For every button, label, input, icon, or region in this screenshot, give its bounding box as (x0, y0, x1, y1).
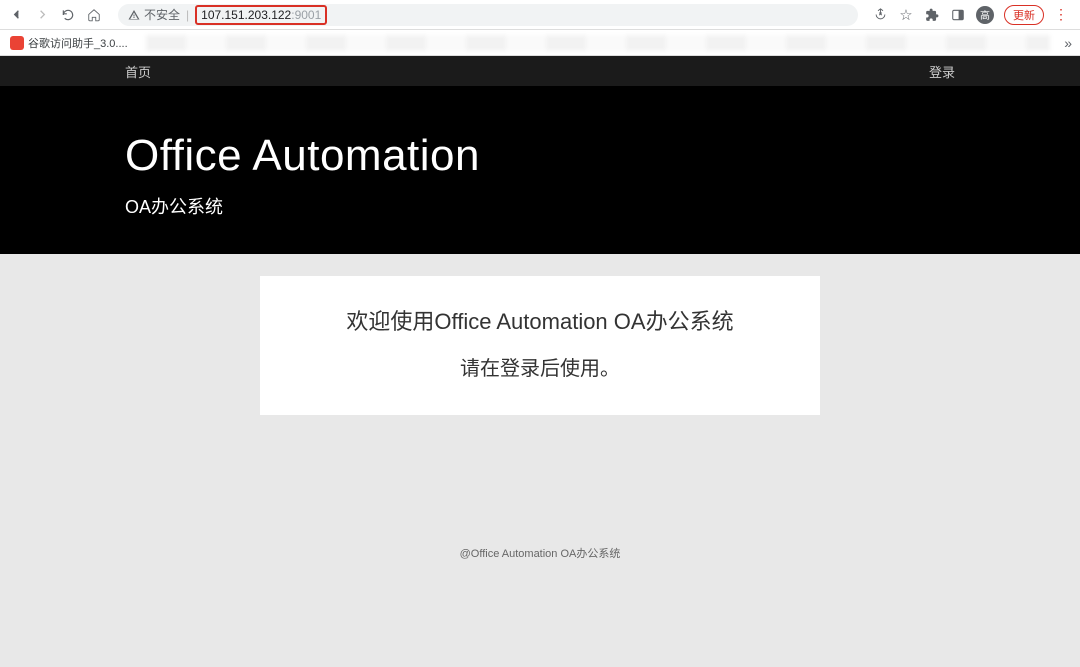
nav-login-link[interactable]: 登录 (929, 62, 955, 81)
share-icon[interactable] (872, 7, 888, 23)
url-host: 107.151.203.122 (201, 8, 291, 22)
bookmark-favicon-icon (10, 36, 24, 50)
welcome-text: 欢迎使用Office Automation OA办公系统 (300, 304, 780, 336)
url-port: :9001 (291, 8, 321, 22)
reload-button[interactable] (58, 5, 78, 25)
warning-icon (128, 9, 140, 21)
bookmark-label: 谷歌访问助手_3.0.... (28, 35, 128, 51)
bookmarks-overflow-icon[interactable]: » (1064, 35, 1072, 51)
hero-title: Office Automation (125, 131, 955, 181)
addr-separator: | (186, 8, 189, 22)
bookmarks-bar: 谷歌访问助手_3.0.... » (0, 30, 1080, 56)
home-button[interactable] (84, 5, 104, 25)
browser-toolbar: 不安全 | 107.151.203.122:9001 ☆ 高 更新 ⋮ (0, 0, 1080, 30)
bookmark-item[interactable]: 谷歌访问助手_3.0.... (10, 35, 128, 51)
hero-banner: Office Automation OA办公系统 (0, 86, 1080, 254)
back-button[interactable] (6, 5, 26, 25)
sidepanel-icon[interactable] (950, 7, 966, 23)
login-prompt-text: 请在登录后使用。 (300, 352, 780, 381)
avatar-initial: 高 (980, 7, 990, 22)
hero-subtitle: OA办公系统 (125, 193, 955, 219)
extensions-icon[interactable] (924, 7, 940, 23)
toolbar-right: ☆ 高 更新 ⋮ (872, 5, 1074, 25)
update-button[interactable]: 更新 (1004, 5, 1044, 25)
insecure-label: 不安全 (144, 6, 180, 23)
bookmarks-blurred-region (146, 35, 1050, 51)
nav-home-link[interactable]: 首页 (125, 62, 151, 81)
chrome-menu-icon[interactable]: ⋮ (1054, 6, 1068, 23)
profile-avatar[interactable]: 高 (976, 6, 994, 24)
page-root: 首页 登录 Office Automation OA办公系统 欢迎使用Offic… (0, 56, 1080, 621)
address-bar[interactable]: 不安全 | 107.151.203.122:9001 (118, 4, 858, 26)
forward-button[interactable] (32, 5, 52, 25)
page-footer: @Office Automation OA办公系统 (0, 545, 1080, 561)
insecure-warning: 不安全 (128, 6, 180, 23)
body-area: 欢迎使用Office Automation OA办公系统 请在登录后使用。 @O… (0, 254, 1080, 621)
url-host-highlight: 107.151.203.122:9001 (195, 5, 327, 25)
site-navbar: 首页 登录 (0, 56, 1080, 86)
star-icon[interactable]: ☆ (898, 7, 914, 23)
welcome-card: 欢迎使用Office Automation OA办公系统 请在登录后使用。 (260, 276, 820, 415)
